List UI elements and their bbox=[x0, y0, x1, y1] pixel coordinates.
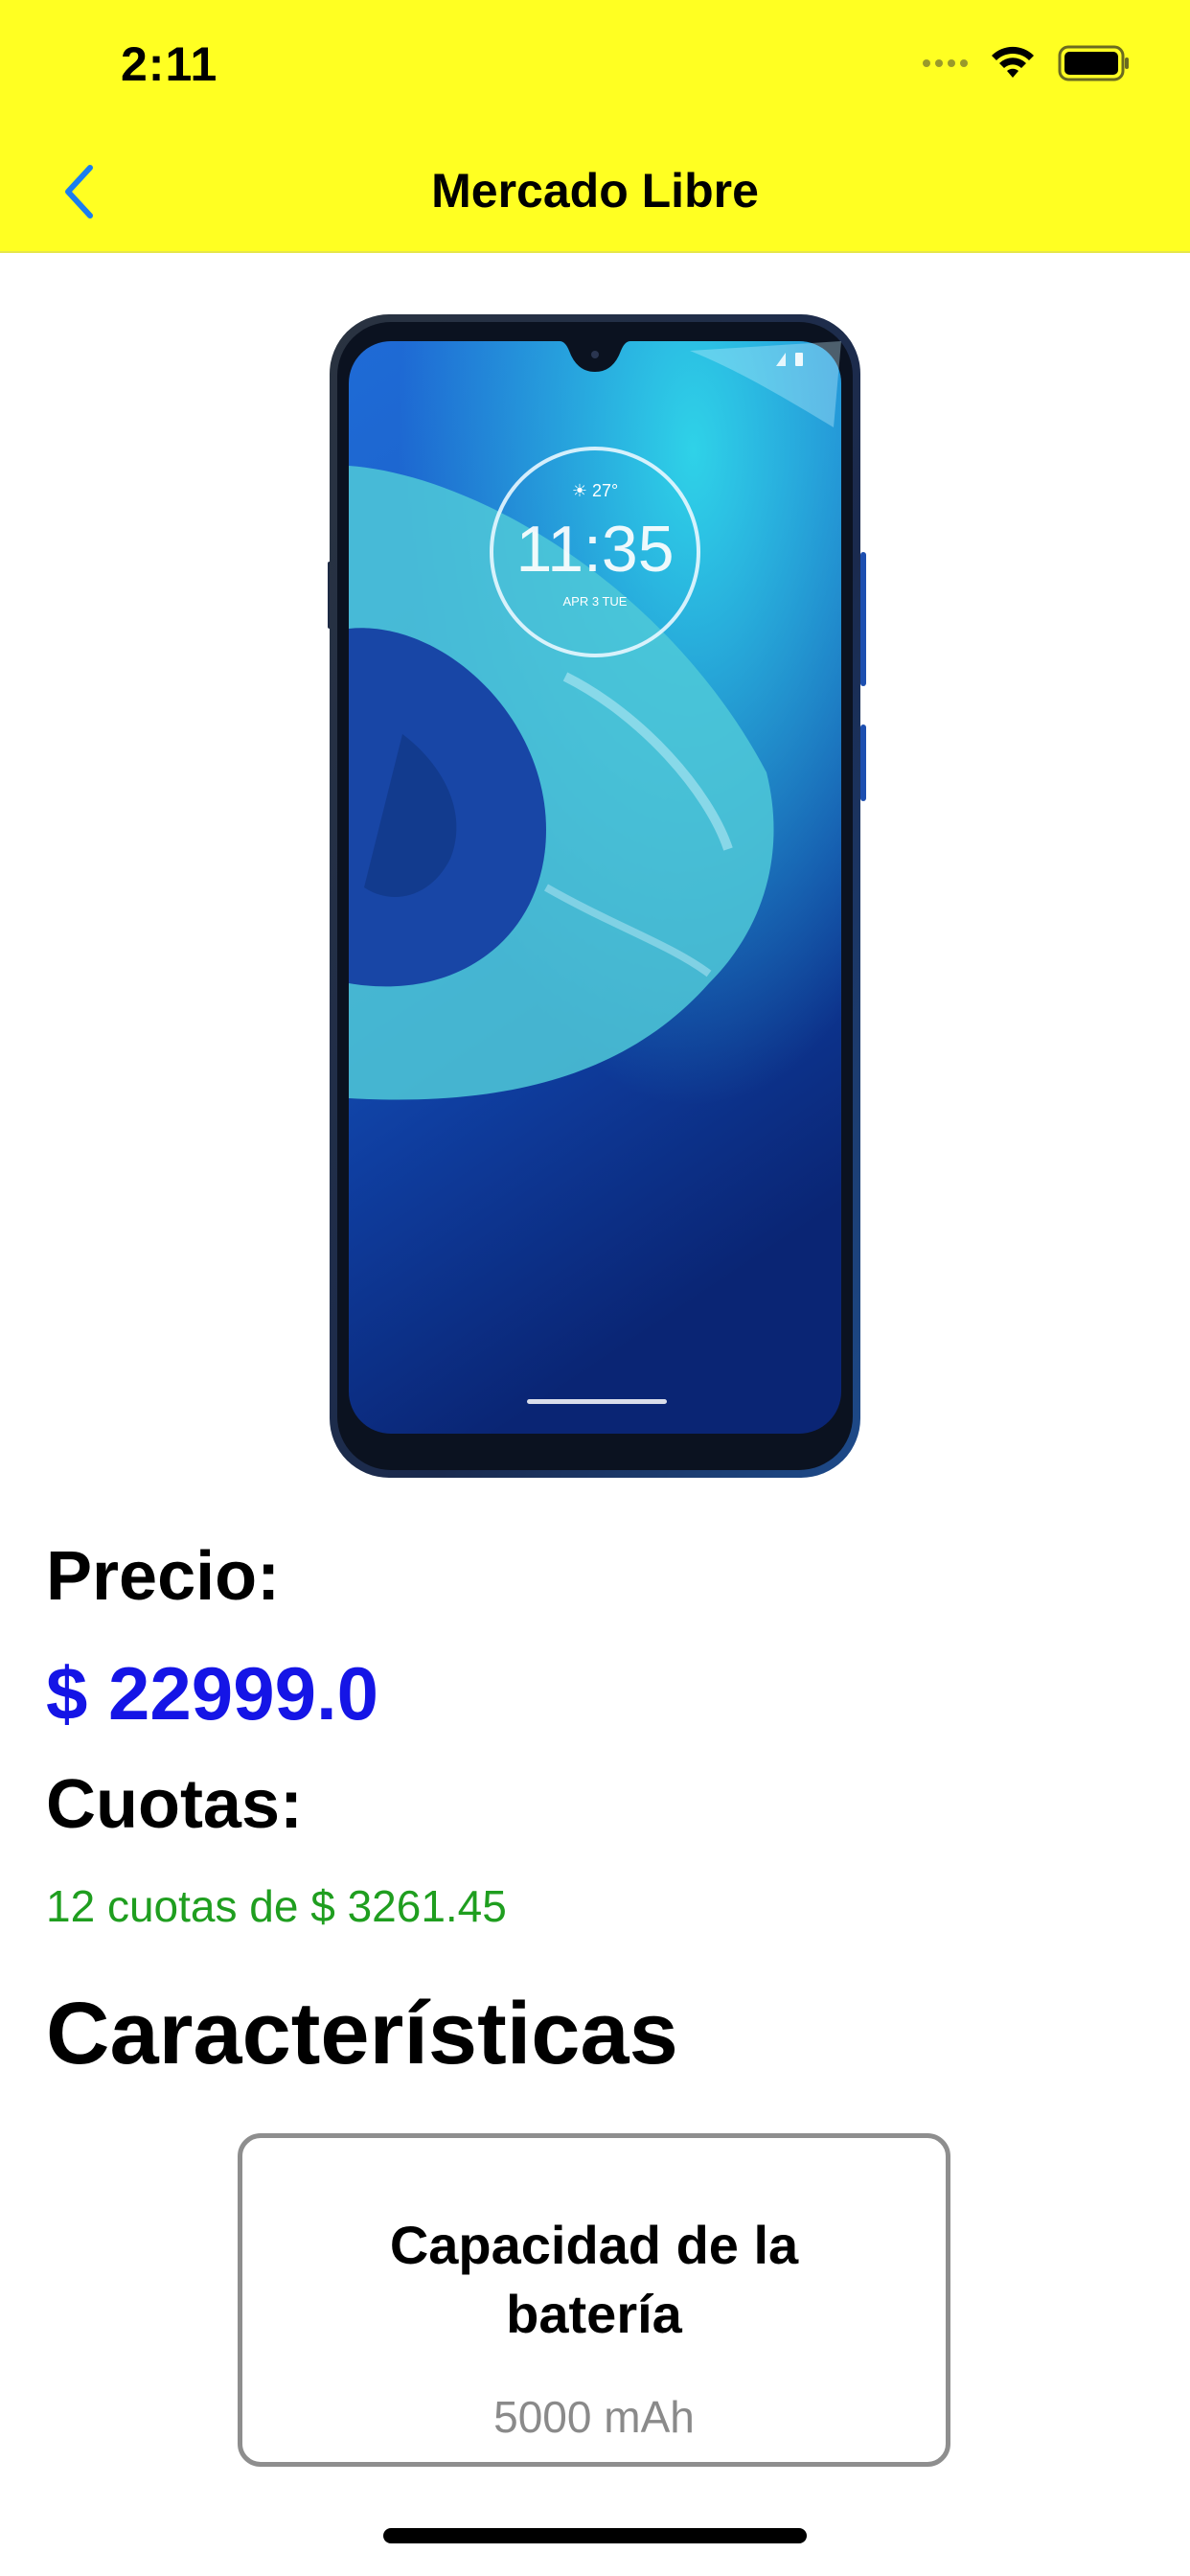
feature-value: 5000 mAh bbox=[493, 2392, 695, 2442]
battery-full-icon bbox=[1058, 45, 1131, 81]
status-time: 2:11 bbox=[121, 37, 218, 91]
cellular-dots-icon bbox=[923, 59, 968, 67]
product-image: ☀ 27° 11:35 APR 3 TUE bbox=[326, 312, 868, 1480]
app-header: 2:11 Mercado Libre bbox=[0, 0, 1190, 253]
features-title: Características bbox=[46, 1985, 678, 2082]
cuotas-value: 12 cuotas de $ 3261.45 bbox=[46, 1881, 507, 1931]
price-value: $ 22999.0 bbox=[46, 1651, 379, 1736]
svg-text:11:35: 11:35 bbox=[515, 513, 674, 586]
price-label: Precio: bbox=[46, 1538, 281, 1615]
cuotas-label: Cuotas: bbox=[46, 1766, 303, 1843]
wifi-icon bbox=[989, 45, 1037, 81]
home-indicator[interactable] bbox=[383, 2528, 807, 2543]
svg-text:☀ 27°: ☀ 27° bbox=[572, 481, 618, 500]
feature-name: Capacidad de la batería bbox=[389, 2215, 799, 2344]
status-icons bbox=[923, 44, 1131, 82]
svg-text:APR 3 TUE: APR 3 TUE bbox=[563, 594, 628, 609]
page-title: Mercado Libre bbox=[431, 164, 759, 218]
feature-card[interactable]: Capacidad de la batería 5000 mAh bbox=[238, 2133, 950, 2467]
